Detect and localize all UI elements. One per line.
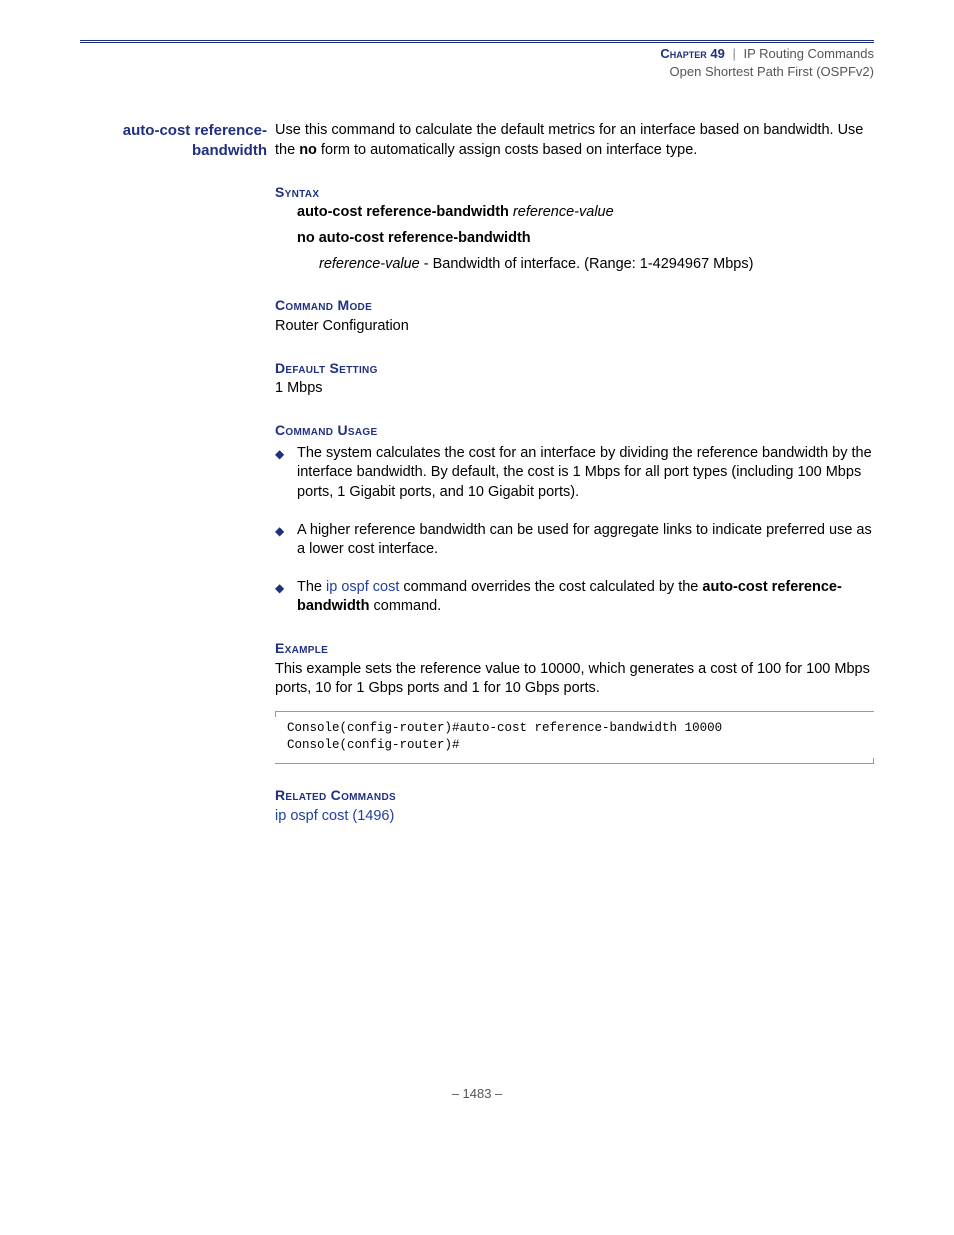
header-separator: | xyxy=(732,46,735,61)
list-item: A higher reference bandwidth can be used… xyxy=(297,521,874,560)
list-item: The ip ospf cost command overrides the c… xyxy=(297,578,874,617)
command-block: auto-cost reference- bandwidth Use this … xyxy=(80,121,874,826)
related-command-link[interactable]: ip ospf cost (1496) xyxy=(275,807,874,827)
header-rule-top xyxy=(80,40,874,41)
related-commands-heading: Related Commands xyxy=(275,786,874,805)
section-title: Open Shortest Path First (OSPFv2) xyxy=(670,64,874,79)
example-heading: Example xyxy=(275,639,874,658)
chapter-title: IP Routing Commands xyxy=(743,46,874,61)
header-rule-bottom xyxy=(80,42,874,43)
default-setting-heading: Default Setting xyxy=(275,359,874,378)
command-mode-value: Router Configuration xyxy=(275,317,874,337)
syntax-heading: Syntax xyxy=(275,183,874,202)
page-number: – 1483 – xyxy=(80,1086,874,1101)
syntax-line-2: no auto-cost reference-bandwidth xyxy=(297,229,874,249)
command-name-margin: auto-cost reference- bandwidth xyxy=(80,121,275,160)
syntax-line-1: auto-cost reference-bandwidth reference-… xyxy=(297,203,874,223)
list-item: The system calculates the cost for an in… xyxy=(297,444,874,503)
command-content: Use this command to calculate the defaul… xyxy=(275,121,874,826)
example-text: This example sets the reference value to… xyxy=(275,660,874,699)
command-usage-list: The system calculates the cost for an in… xyxy=(275,444,874,617)
running-header: Chapter 49 | IP Routing Commands Open Sh… xyxy=(80,45,874,81)
default-setting-value: 1 Mbps xyxy=(275,379,874,399)
syntax-arg-desc: reference-value - Bandwidth of interface… xyxy=(319,255,874,275)
example-code: Console(config-router)#auto-cost referen… xyxy=(275,711,874,764)
command-usage-heading: Command Usage xyxy=(275,421,874,440)
command-intro: Use this command to calculate the defaul… xyxy=(275,121,874,160)
chapter-label: Chapter 49 xyxy=(660,46,724,61)
page-container: Chapter 49 | IP Routing Commands Open Sh… xyxy=(0,0,954,1141)
command-mode-heading: Command Mode xyxy=(275,296,874,315)
ip-ospf-cost-link[interactable]: ip ospf cost xyxy=(326,579,399,595)
